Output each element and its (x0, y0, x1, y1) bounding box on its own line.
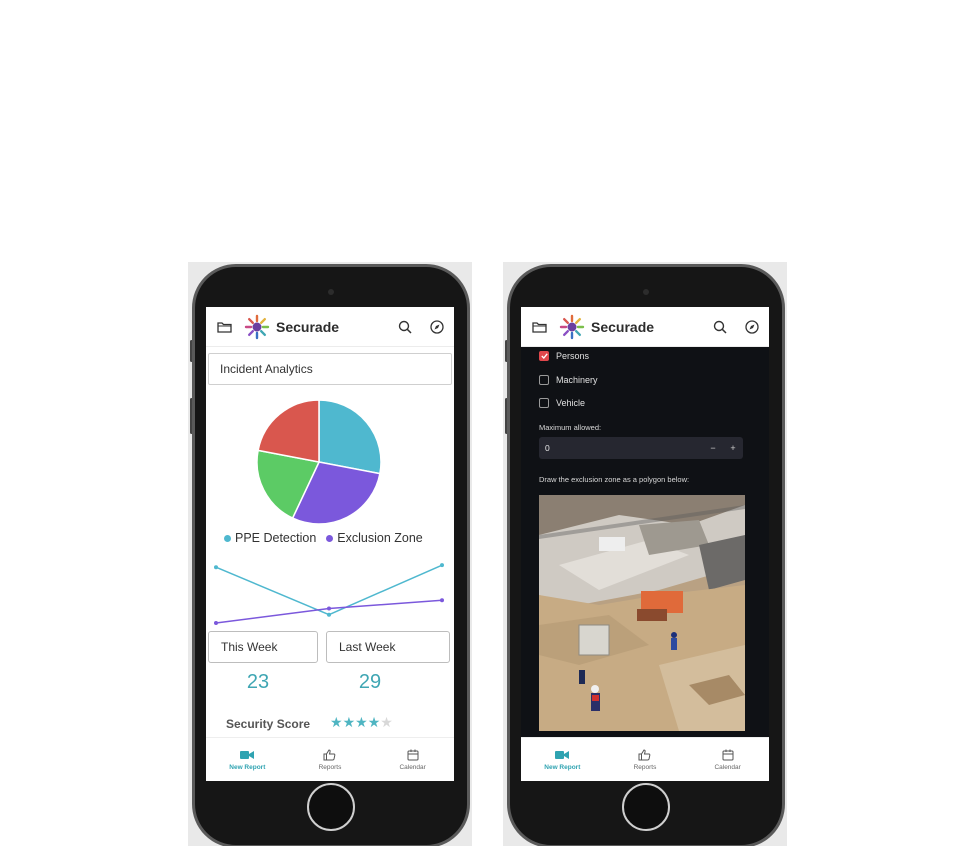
last-week-value: 29 (358, 671, 382, 693)
this-week-value: 23 (246, 671, 270, 693)
max-allowed-input[interactable]: 0 − + (539, 437, 743, 459)
construction-photo (539, 495, 745, 731)
left-screen: Securade Incident Analytics PPE Detectio… (206, 307, 454, 781)
max-allowed-value: 0 (545, 443, 550, 453)
this-week-box[interactable]: This Week (208, 631, 318, 663)
line-point (214, 621, 218, 625)
brand-name: Securade (276, 318, 340, 335)
security-score-label: Security Score (226, 717, 311, 731)
checkbox-icon[interactable] (539, 375, 549, 385)
pie-slice (318, 399, 382, 475)
chart-legend: PPE Detection Exclusion Zone (224, 531, 423, 545)
folder-icon[interactable] (214, 317, 234, 337)
nav-label: New Report (229, 763, 266, 771)
last-week-box[interactable]: Last Week (326, 631, 450, 663)
bottom-nav: New Report Reports Calendar (206, 737, 454, 781)
checkbox-machinery[interactable]: Machinery (539, 375, 598, 385)
brand: Securade (559, 314, 654, 340)
bottom-nav: New Report Reports Calendar (521, 737, 769, 781)
nav-new-report[interactable]: New Report (532, 749, 592, 771)
nav-new-report[interactable]: New Report (217, 749, 277, 771)
right-screen: Securade Persons Machinery Vehicle Maxim… (521, 307, 769, 781)
nav-label: Reports (318, 763, 342, 771)
pie-chart (254, 397, 384, 532)
checkbox-label: Machinery (556, 375, 598, 385)
star-icon: ★ (342, 714, 356, 730)
calendar-icon (721, 749, 735, 761)
line-point (327, 612, 331, 617)
securade-logo-icon (559, 314, 585, 339)
star-icon: ★ (355, 714, 368, 730)
line-point (214, 565, 218, 570)
nav-reports[interactable]: Reports (615, 748, 675, 771)
phone-speaker (328, 289, 334, 295)
nav-label: Reports (633, 763, 657, 771)
thumbs-up-icon (323, 748, 337, 761)
nav-label: Calendar (714, 763, 741, 771)
checkbox-icon[interactable] (539, 398, 549, 408)
nav-calendar[interactable]: Calendar (698, 749, 758, 771)
nav-calendar[interactable]: Calendar (383, 749, 443, 771)
folder-icon[interactable] (529, 317, 549, 337)
star-icon: ★ (367, 714, 381, 730)
video-camera-icon (240, 749, 255, 761)
construction-site-canvas[interactable] (539, 495, 745, 731)
section-title-box[interactable]: Incident Analytics (208, 353, 452, 385)
checkbox-label: Persons (556, 351, 590, 361)
draw-zone-label: Draw the exclusion zone as a polygon bel… (539, 475, 690, 484)
line-point (440, 563, 444, 568)
line-chart (210, 557, 448, 632)
app-header: Securade (521, 307, 769, 347)
brand: Securade (244, 314, 339, 340)
legend-item-ppe: PPE Detection (224, 531, 316, 545)
checkbox-persons[interactable]: Persons (539, 351, 589, 361)
checkbox-vehicle[interactable]: Vehicle (539, 398, 585, 408)
star-icon: ★ (380, 714, 393, 730)
line-series (215, 599, 443, 624)
brand-name: Securade (591, 318, 655, 335)
nav-reports[interactable]: Reports (300, 748, 360, 771)
search-icon[interactable] (396, 318, 414, 336)
phone-speaker (643, 289, 649, 295)
thumbs-up-icon (638, 748, 652, 761)
decrement-button[interactable]: − (703, 443, 723, 453)
checkbox-label: Vehicle (556, 398, 586, 408)
search-icon[interactable] (711, 318, 729, 336)
line-point (440, 598, 444, 603)
video-camera-icon (555, 749, 570, 761)
home-button[interactable] (622, 783, 670, 831)
pie-slice (257, 399, 320, 463)
home-button[interactable] (307, 783, 355, 831)
checkbox-checked-icon[interactable] (539, 351, 549, 361)
line-point (327, 606, 331, 611)
star-icon: ★ (330, 714, 343, 730)
nav-label: New Report (544, 763, 581, 771)
star-rating: ★★★★★ (330, 714, 393, 731)
legend-item-exclusion: Exclusion Zone (326, 531, 423, 545)
compass-icon[interactable] (743, 318, 761, 336)
securade-logo-icon (244, 314, 270, 339)
app-header: Securade (206, 307, 454, 347)
left-phone: Securade Incident Analytics PPE Detectio… (192, 264, 470, 846)
max-allowed-label: Maximum allowed: (539, 423, 602, 432)
settings-panel: Persons Machinery Vehicle Maximum allowe… (521, 347, 769, 737)
nav-label: Calendar (399, 763, 426, 771)
increment-button[interactable]: + (723, 443, 743, 453)
calendar-icon (406, 749, 420, 761)
right-phone: Securade Persons Machinery Vehicle Maxim… (507, 264, 785, 846)
compass-icon[interactable] (428, 318, 446, 336)
